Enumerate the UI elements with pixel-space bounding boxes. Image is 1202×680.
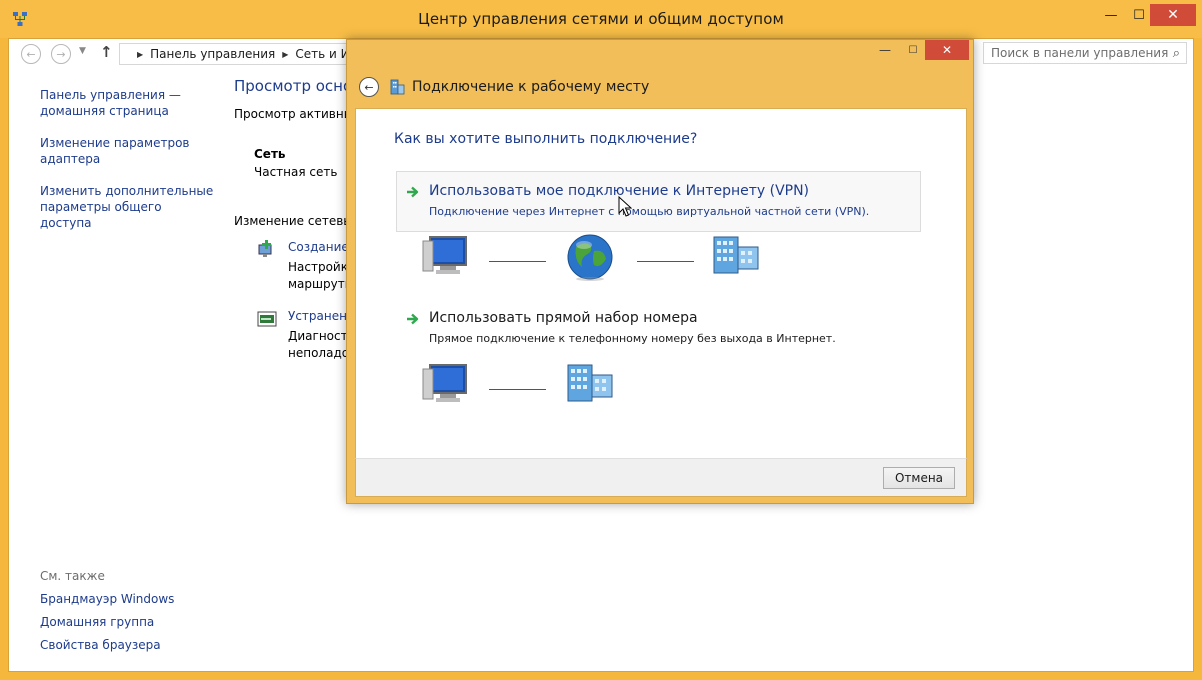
computer-icon — [422, 236, 467, 274]
new-connection-desc-2: маршрути — [288, 277, 353, 291]
up-arrow-icon[interactable]: ↑ — [100, 43, 113, 61]
option-dialup-description: Прямое подключение к телефонному номеру … — [429, 332, 836, 345]
option-dialup[interactable]: Использовать прямой набор номера Прямое … — [396, 298, 921, 359]
dialog-footer: Отмена — [355, 458, 967, 497]
back-button[interactable]: ← — [21, 44, 41, 64]
vpn-diagram — [416, 233, 776, 289]
connection-line — [637, 261, 694, 262]
main-content: Просмотр основных сведений о сети Просмо… — [234, 77, 354, 417]
office-building-icon — [713, 236, 759, 274]
connection-line — [489, 389, 546, 390]
globe-icon — [567, 234, 613, 281]
window-title: Центр управления сетями и общим доступом — [418, 10, 784, 28]
link-homegroup[interactable]: Домашняя группа — [40, 614, 220, 630]
troubleshoot-desc-2: неполадок — [288, 346, 354, 360]
link-windows-firewall[interactable]: Брандмауэр Windows — [40, 591, 220, 607]
search-input[interactable]: Поиск в панели управления ⌕ — [983, 42, 1187, 64]
breadcrumb-chevron-icon: ▶ — [282, 49, 289, 59]
see-also-section: См. также Брандмауэр Windows Домашняя гр… — [40, 569, 220, 660]
green-arrow-icon — [407, 186, 419, 198]
link-adapter-settings[interactable]: Изменение параметров адаптера — [40, 135, 215, 167]
dialup-diagram — [416, 361, 776, 417]
close-button[interactable]: ✕ — [1150, 4, 1196, 26]
dialog-minimize-button[interactable]: — — [875, 42, 895, 58]
connection-line — [489, 261, 546, 262]
maximize-button[interactable]: ☐ — [1126, 0, 1152, 30]
new-connection-icon — [258, 240, 272, 257]
page-title: Просмотр основных сведений о сети — [234, 77, 354, 95]
troubleshoot-icon — [257, 311, 277, 327]
troubleshoot-desc-1: Диагности — [288, 329, 354, 343]
dialog-maximize-button[interactable]: ☐ — [903, 42, 923, 58]
computer-icon — [422, 364, 467, 402]
workplace-building-icon — [390, 79, 405, 95]
link-control-panel-home[interactable]: Панель управления — домашняя страница — [40, 87, 215, 119]
left-panel: Панель управления — домашняя страница Из… — [40, 87, 220, 247]
connect-workplace-dialog: — ☐ ✕ ← Подключение к рабочему месту Как… — [346, 39, 974, 504]
see-also-title: См. также — [40, 569, 105, 583]
dialog-close-button[interactable]: ✕ — [925, 40, 969, 60]
change-settings-label: Изменение сетевых параметров — [234, 214, 354, 228]
link-new-connection[interactable]: Создание и настройка нового подключения … — [288, 240, 354, 254]
link-advanced-sharing[interactable]: Изменить дополнительные параметры общего… — [40, 183, 215, 231]
search-placeholder: Поиск в панели управления — [991, 46, 1169, 60]
network-name: Сеть — [254, 147, 286, 161]
dialog-title: Подключение к рабочему месту — [412, 79, 650, 95]
active-networks-label: Просмотр активных сетей — [234, 107, 354, 121]
option-vpn-description: Подключение через Интернет с помощью вир… — [429, 205, 870, 218]
dialog-body: Как вы хотите выполнить подключение? Исп… — [355, 108, 967, 497]
breadcrumb-chevron-icon: ▶ — [137, 49, 144, 59]
history-dropdown-icon[interactable]: ▼ — [79, 46, 86, 56]
forward-button[interactable]: → — [51, 44, 71, 64]
link-troubleshoot[interactable]: Устранение неполадок — [288, 309, 354, 323]
office-building-icon — [567, 364, 613, 402]
network-type: Частная сеть — [254, 165, 338, 179]
breadcrumb-control-panel[interactable]: Панель управления — [150, 47, 275, 61]
cancel-button[interactable]: Отмена — [883, 467, 955, 489]
minimize-button[interactable]: — — [1098, 0, 1124, 30]
option-vpn[interactable]: Использовать мое подключение к Интернету… — [396, 171, 921, 232]
mouse-cursor-icon — [618, 196, 632, 217]
option-dialup-title: Использовать прямой набор номера — [429, 310, 698, 326]
dialog-question: Как вы хотите выполнить подключение? — [394, 131, 698, 147]
new-connection-desc-1: Настройка — [288, 260, 354, 274]
address-bar[interactable]: ▶ Панель управления ▶ Сеть и Инте — [119, 43, 359, 65]
dialog-back-button[interactable]: ← — [359, 77, 379, 97]
link-browser-properties[interactable]: Свойства браузера — [40, 637, 220, 653]
main-titlebar[interactable]: Центр управления сетями и общим доступом… — [0, 0, 1202, 38]
green-arrow-icon — [407, 313, 419, 325]
search-icon[interactable]: ⌕ — [1173, 46, 1180, 61]
